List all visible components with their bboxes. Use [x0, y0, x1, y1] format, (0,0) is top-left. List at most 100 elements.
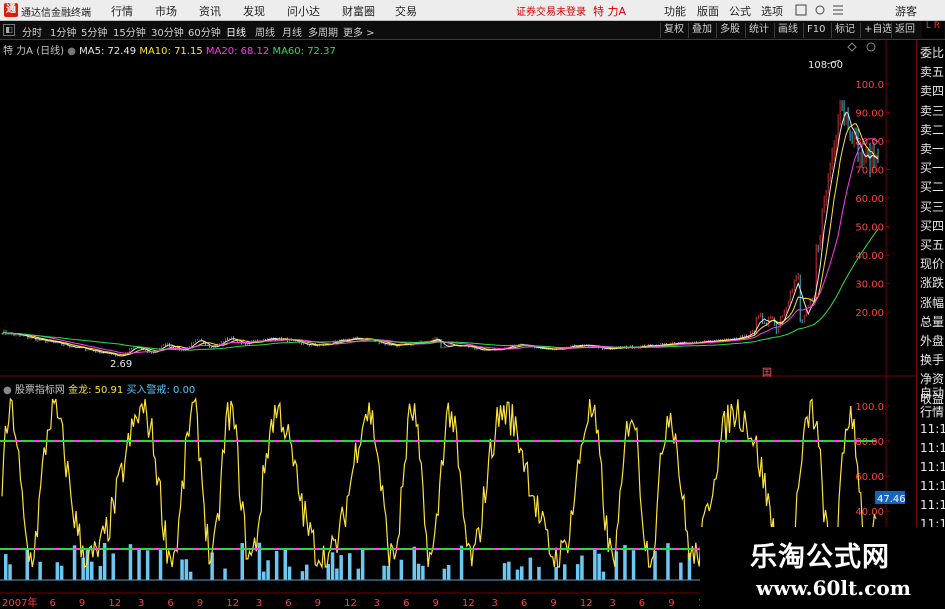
- quote-panel: 委比 卖五 卖四 卖三 卖二 卖一 买一 买二 买三 买四 买五 现价 涨跌 涨幅 总量 外盘 换手 净资 收益 自动…: [916, 40, 945, 609]
- guest-label[interactable]: 游客: [895, 3, 917, 19]
- menu-zixun[interactable]: 资讯: [199, 3, 221, 19]
- quote-label: 买二: [920, 180, 945, 195]
- quote-label: 卖三: [920, 103, 945, 118]
- kline-svg: 100.090.0080.0070.0060.0050.0040.0030.00…: [0, 40, 916, 377]
- menu-wenxiaoda[interactable]: 问小达: [287, 3, 320, 19]
- quote-label: 委比: [920, 46, 945, 60]
- warning-bar: [446, 565, 451, 580]
- warning-bar: [262, 571, 266, 580]
- menu-banmian[interactable]: 版面: [697, 3, 719, 19]
- biaoji-button[interactable]: 标记: [831, 23, 858, 38]
- high-price-label: 108.00: [808, 60, 843, 71]
- warning-bar: [137, 548, 141, 580]
- duogu-button[interactable]: 多股: [716, 23, 743, 38]
- quote-label: 外盘: [920, 334, 945, 348]
- event-marker: 囯: [762, 367, 772, 377]
- price-tick-label: 50.00: [855, 223, 884, 234]
- period-multi[interactable]: 多周期: [308, 24, 338, 39]
- warning-bar: [335, 568, 339, 580]
- warning-bar: [412, 546, 416, 580]
- period-30min[interactable]: 30分钟: [151, 24, 184, 39]
- indicator-tick-label: 80.00: [855, 437, 884, 448]
- quote-label: 换手: [920, 353, 945, 368]
- warning-bar: [679, 562, 683, 580]
- price-tick-label: 60.00: [855, 194, 884, 205]
- price-tick-label: 20.00: [855, 308, 884, 319]
- menu-gongneng[interactable]: 功能: [664, 3, 686, 19]
- price-tick-label: 90.00: [855, 109, 884, 120]
- warning-bar: [98, 566, 103, 580]
- period-1min[interactable]: 1分钟: [50, 24, 76, 39]
- kline-chart[interactable]: 100.090.0080.0070.0060.0050.0040.0030.00…: [0, 40, 916, 377]
- menu-caifuquan[interactable]: 财富圈: [342, 3, 375, 19]
- quote-label: 买一: [920, 161, 945, 176]
- ma60-label: MA60: 72.37: [272, 46, 336, 57]
- warning-bar: [145, 550, 150, 580]
- quote-label: 卖五: [920, 65, 945, 80]
- warning-bar: [72, 545, 77, 580]
- time-axis-label: 12: [344, 598, 357, 609]
- menu-shichang[interactable]: 市场: [155, 3, 177, 19]
- f10-button[interactable]: F10: [803, 23, 828, 38]
- period-weekly[interactable]: 周线: [255, 24, 275, 39]
- menu-hangqing[interactable]: 行情: [111, 3, 133, 19]
- menu-jiaoyi[interactable]: 交易: [395, 3, 417, 19]
- period-monthly[interactable]: 月线: [282, 24, 302, 39]
- warning-bar: [158, 548, 163, 580]
- period-60min[interactable]: 60分钟: [188, 24, 221, 39]
- warning-bar: [442, 568, 447, 580]
- period-daily[interactable]: 日线: [226, 24, 246, 39]
- warning-bar: [287, 566, 292, 580]
- diamond-icon: [847, 42, 857, 52]
- settings-icon: [866, 42, 876, 52]
- warning-bar: [59, 565, 64, 580]
- candles-group: [1, 99, 879, 357]
- period-5min[interactable]: 5分钟: [81, 24, 107, 39]
- quote-label: 总量: [920, 314, 945, 329]
- warning-bar: [90, 561, 94, 580]
- quote-label: 自动: [920, 386, 945, 400]
- quote-label: 涨跌: [920, 276, 945, 291]
- quote-label: 买四: [920, 218, 945, 233]
- warning-bar: [356, 568, 361, 580]
- menu-faxian[interactable]: 发现: [243, 3, 265, 19]
- quote-label: 11:1: [920, 460, 945, 474]
- warning-bar: [421, 565, 425, 580]
- warning-bar: [184, 559, 189, 580]
- time-axis-label: 6: [521, 598, 527, 609]
- huaxian-button[interactable]: 画线: [774, 23, 801, 38]
- warning-bar: [8, 564, 12, 580]
- menu-xuanxiang[interactable]: 选项: [761, 3, 783, 19]
- warning-bar: [399, 559, 404, 580]
- tongji-button[interactable]: 统计: [745, 23, 772, 38]
- menu-gongshi[interactable]: 公式: [729, 3, 751, 19]
- warning-bar: [274, 551, 279, 580]
- diejia-button[interactable]: 叠加: [688, 23, 715, 38]
- skin-icon: [795, 4, 807, 16]
- time-axis-label: 12: [108, 598, 121, 609]
- ma20-line: [1, 138, 879, 354]
- lr-badge: L R: [922, 22, 944, 38]
- warning-bar: [593, 548, 597, 580]
- quote-label: 卖一: [920, 142, 945, 156]
- warning-bar: [4, 554, 8, 580]
- warning-bar: [631, 550, 636, 580]
- warning-bar: [339, 555, 343, 580]
- back-button[interactable]: 返回: [891, 23, 918, 38]
- time-axis-label: 3: [374, 598, 380, 609]
- fuquan-button[interactable]: 复权: [660, 23, 687, 38]
- login-notice[interactable]: 证券交易未登录: [516, 3, 586, 18]
- current-stock-name: 特 力A: [593, 5, 627, 18]
- period-15min[interactable]: 15分钟: [113, 24, 146, 39]
- warning-bar: [580, 555, 584, 580]
- quote-label: 涨幅: [920, 295, 945, 310]
- time-axis-label: 12: [462, 598, 475, 609]
- period-fenshi[interactable]: 分时: [22, 24, 42, 39]
- ma10-line: [1, 123, 878, 356]
- period-more[interactable]: 更多 >: [343, 24, 375, 39]
- time-axis-label: 6: [285, 598, 291, 609]
- low-price-label: 2.69: [110, 359, 132, 370]
- warning-bar: [528, 557, 533, 580]
- collapse-icon[interactable]: ◧: [3, 24, 15, 36]
- time-axis-label: 6: [403, 598, 409, 609]
